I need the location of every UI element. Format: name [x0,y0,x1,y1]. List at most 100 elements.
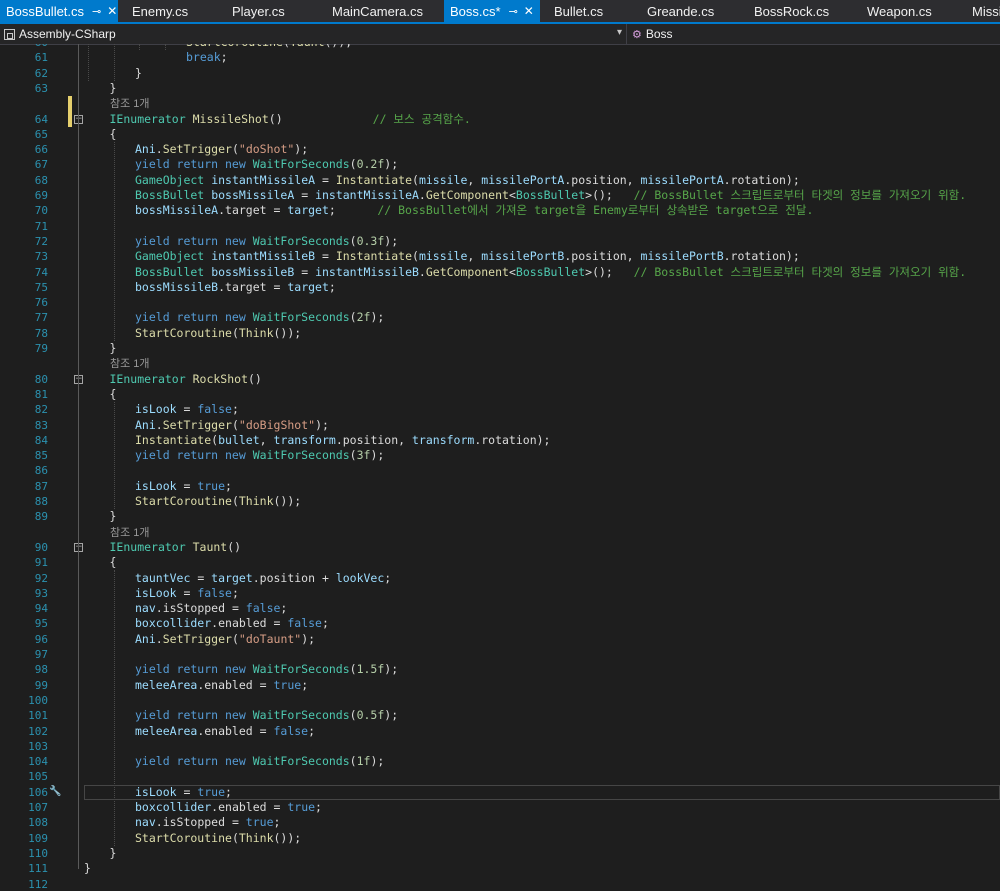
code-token: ); [384,708,399,723]
tab-label: BossRock.cs [754,3,830,19]
code-token: nav [135,815,156,830]
code-token: ()); [273,494,302,508]
codelens-references[interactable]: 참조 1개 [110,526,150,540]
code-text: } [110,509,117,524]
code-text: StartCoroutine(Think()); [135,326,301,341]
tab-playercs[interactable]: Player.cs [218,0,318,22]
tab-label: MainCamera.cs [332,3,424,19]
indent-guide [113,401,115,510]
code-token: Ani [135,417,156,432]
code-token: >(); [585,188,634,202]
tab-bossbulletcs[interactable]: BossBullet.cs ⊸ ✕ [0,0,118,22]
close-icon[interactable]: ✕ [524,4,534,18]
code-token: instantMissileA [211,172,316,187]
code-text: Ani.SetTrigger("doShot"); [135,142,308,157]
code-token: boxcollider [135,800,212,814]
code-token: = [315,172,336,187]
code-text: } [110,846,117,861]
line-number: 92 [34,571,48,585]
tab-label: BossBullet.cs [6,3,85,19]
code-line: 112 [0,877,1000,891]
code-token: .position, [564,172,641,187]
tab-weaponcs[interactable]: Weapon.cs [853,0,958,22]
code-token: instantMissileA [315,188,419,202]
code-text: Ani.SetTrigger("doTaunt"); [135,632,315,647]
pin-icon[interactable]: ⊸ [509,5,518,18]
code-text: meleeArea.enabled = true; [135,678,308,693]
indent-guide [113,569,115,846]
code-token: ; [308,723,316,738]
code-token: . [155,631,163,646]
line-number: 70 [34,204,48,218]
code-token: ); [301,631,316,646]
line-number: 112 [28,877,48,891]
code-token: .enabled = [211,800,288,814]
code-text: nav.isStopped = true; [135,815,280,830]
class-dropdown[interactable]: ⚙ Boss [628,24,1000,44]
tab-bosscs[interactable]: Boss.cs* ⊸ ✕ [444,0,540,22]
code-line: 84 Instantiate(bullet, transform.position… [0,433,1000,448]
code-token: Ani [135,142,156,157]
code-token: Think [238,494,274,508]
line-number: 81 [34,387,48,401]
code-token: } [84,861,91,876]
pin-icon[interactable]: ⊸ [92,5,101,18]
codelens-references[interactable]: 참조 1개 [110,97,150,111]
tab-missilecs[interactable]: Missile.cs [958,0,1000,22]
code-token: target [211,570,253,585]
code-text: } [110,341,117,356]
project-dropdown[interactable]: Assembly-CSharp ▾ [0,24,627,44]
code-token: = [190,570,212,585]
code-token: lookVec [335,570,385,585]
code-token: missilePortA [640,172,724,187]
code-token: .position + [252,570,336,585]
code-text: StartCoroutine(Think()); [135,831,301,846]
code-text: { [110,555,117,570]
line-number: 62 [34,66,48,80]
tab-maincameracs[interactable]: MainCamera.cs [318,0,444,22]
line-number: 87 [34,479,48,493]
code-line: 73 GameObject instantMissileB = Instantia… [0,249,1000,264]
tab-bulletcs[interactable]: Bullet.cs [540,0,633,22]
codelens-references[interactable]: 참조 1개 [110,357,150,371]
code-token: // BossBullet 스크립트로부터 타겟의 정보를 가져오기 위함. [633,264,967,279]
code-token: .isStopped = [155,815,246,830]
code-token: true [197,478,226,493]
code-line: 74 BossBullet bossMissileB = instantMissi… [0,265,1000,280]
tab-greandecs[interactable]: Greande.cs [633,0,740,22]
code-line: 86 [0,463,1000,478]
code-text: isLook = false; [135,586,239,601]
code-token: Ani [135,631,156,646]
line-number: 94 [34,602,48,616]
screwdriver-icon[interactable]: 🔧 [49,785,63,799]
code-token: meleeArea [135,723,198,738]
code-text: yield return new WaitForSeconds(1f); [135,754,384,769]
code-token: ; [273,815,281,830]
close-icon[interactable]: ✕ [107,4,117,18]
line-number: 76 [34,296,48,310]
code-token: // BossBullet에서 가져온 target을 Enemy로부터 상속받… [377,203,814,218]
line-number: 68 [34,173,48,187]
code-text: IEnumerator MissileShot() // 보스 공격함수. [110,112,471,127]
code-token: .target = [218,203,288,218]
code-editor[interactable]: 60StartCoroutine(Taunt());61break;62}63}… [0,44,1000,891]
code-token: , [467,172,482,187]
code-token: "doBigShot" [238,417,316,432]
line-number: 96 [34,632,48,646]
line-number: 105 [28,770,48,784]
code-token: = [294,188,316,202]
code-token: = [315,249,336,264]
code-line: 102 meleeArea.enabled = false; [0,724,1000,739]
code-token: WaitForSeconds [252,754,350,769]
code-token: GetComponent [425,264,509,279]
code-line: 109 StartCoroutine(Think()); [0,831,1000,846]
code-line: 101 yield return new WaitForSeconds(0.5f)… [0,708,1000,723]
code-token: yield return new [135,310,253,325]
tab-bossrockcs[interactable]: BossRock.cs [740,0,853,22]
code-token: ); [370,310,385,325]
code-text: yield return new WaitForSeconds(0.2f); [135,157,398,172]
code-token: ( [349,157,357,172]
tab-label: Bullet.cs [554,3,604,19]
code-token: < [508,188,516,202]
tab-enemycs[interactable]: Enemy.cs [118,0,218,22]
